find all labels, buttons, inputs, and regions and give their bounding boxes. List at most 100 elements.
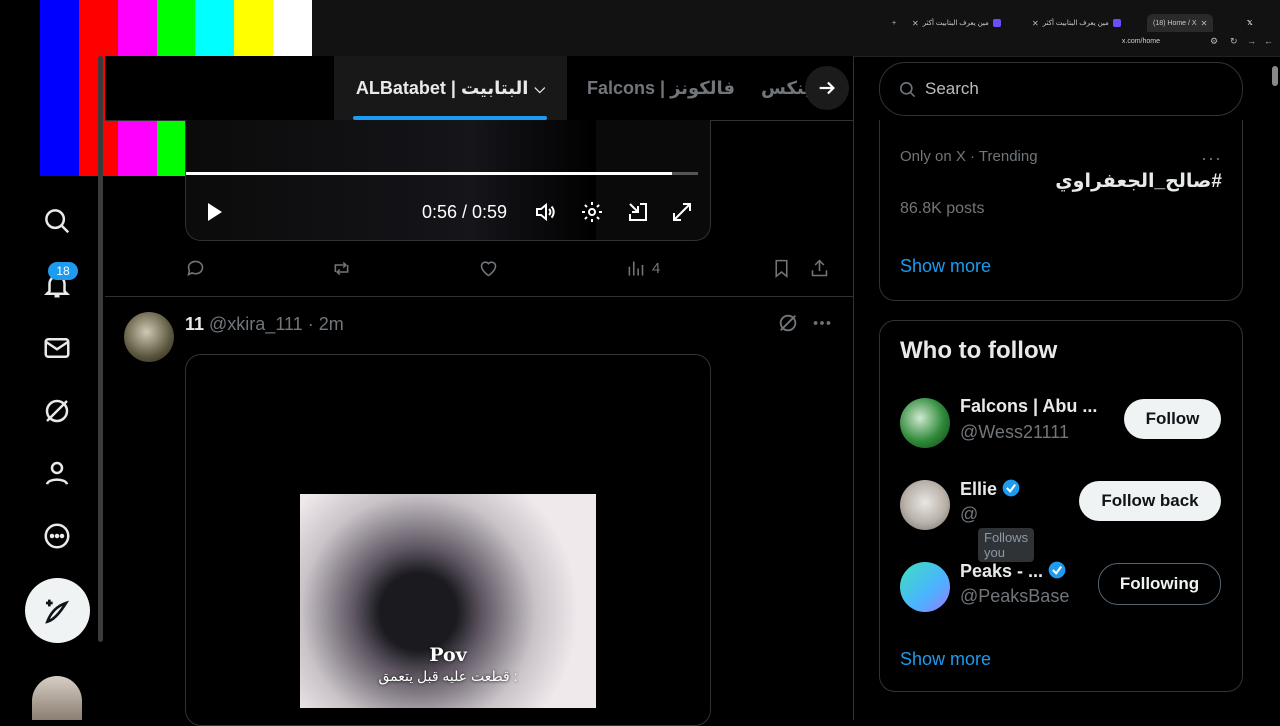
close-icon[interactable]: ✕ xyxy=(1201,19,1208,28)
page-scrollbar[interactable] xyxy=(1272,66,1278,86)
post-header: 11 @xkira_111 · 2m xyxy=(185,314,344,335)
views-button[interactable]: 4 xyxy=(625,258,660,279)
post-button[interactable] xyxy=(25,578,90,643)
user-handle: @ Follows you xyxy=(960,504,1035,562)
main-timeline: ALBatabet | البتابيت ⌵ Falcons | فالكونز… xyxy=(105,56,854,726)
new-tab-button[interactable]: + xyxy=(892,14,896,32)
post-author-handle[interactable]: @xkira_111 xyxy=(209,314,303,335)
grok-icon[interactable] xyxy=(40,394,74,428)
search-input[interactable] xyxy=(923,78,1227,100)
reply-icon xyxy=(187,260,204,277)
browser-tab-title: (18) Home / X xyxy=(1153,19,1197,27)
search-icon xyxy=(899,81,916,97)
show-more-link[interactable]: Show more xyxy=(900,256,991,277)
post-time[interactable]: 2m xyxy=(319,314,344,335)
avatar[interactable] xyxy=(900,562,950,612)
more-options-icon[interactable]: ··· xyxy=(1201,148,1222,169)
bookmark-button[interactable] xyxy=(771,258,792,279)
like-button[interactable] xyxy=(478,258,499,279)
repost-icon xyxy=(334,261,349,276)
avatar[interactable] xyxy=(32,676,82,720)
user-name-text: Peaks - ... xyxy=(960,561,1044,581)
bookmark-icon xyxy=(775,259,788,279)
user-handle: @Wess21111 xyxy=(960,422,1069,442)
feed-tabs: ALBatabet | البتابيت ⌵ Falcons | فالكونز… xyxy=(105,56,853,121)
reload-icon[interactable]: ↻ xyxy=(1230,36,1238,47)
play-icon[interactable] xyxy=(202,200,226,229)
volume-icon[interactable] xyxy=(534,200,558,224)
forward-icon[interactable]: → xyxy=(1247,36,1256,46)
grok-icon[interactable] xyxy=(777,312,799,339)
verified-badge-icon xyxy=(1002,479,1020,497)
video-progress-bar[interactable] xyxy=(186,172,698,175)
avatar[interactable] xyxy=(900,398,950,448)
fullscreen-icon[interactable] xyxy=(670,200,694,224)
follow-suggestion[interactable]: Ellie @ Follows you Follow back xyxy=(880,478,1242,562)
trend-context: Only on X · Trending xyxy=(900,148,1038,165)
arrow-right-icon xyxy=(819,81,835,95)
follow-suggestion[interactable]: Peaks - ... @PeaksBase Following xyxy=(880,560,1242,622)
tabs-scroll-right-button[interactable] xyxy=(805,66,849,110)
user-name[interactable]: Peaks - ... xyxy=(960,560,1067,582)
reply-button[interactable] xyxy=(185,258,206,279)
messages-icon[interactable] xyxy=(40,331,74,365)
tab-albatabet[interactable]: ALBatabet | البتابيت ⌵ xyxy=(334,56,567,120)
search-box[interactable] xyxy=(879,62,1243,116)
settings-icon[interactable] xyxy=(580,200,604,224)
repost-button[interactable] xyxy=(331,258,352,279)
compose-icon xyxy=(44,599,69,624)
search-icon[interactable] xyxy=(40,204,74,238)
avatar[interactable] xyxy=(124,312,174,362)
user-handle: @PeaksBase xyxy=(960,586,1070,606)
who-to-follow-card: Who to follow Falcons | Abu ... @Wess211… xyxy=(879,320,1243,692)
browser-tab-title: مين يعرف البتابيت أكثر xyxy=(922,20,989,27)
address-bar[interactable]: x.com/home xyxy=(1122,38,1160,45)
following-button[interactable]: Following xyxy=(1098,563,1221,605)
browser-tab-2[interactable]: ✕ مين يعرف البتابيت أكثر xyxy=(1032,14,1121,32)
tab-label: ALBatabet | البتابيت xyxy=(355,77,529,98)
post-video-thumbnail[interactable]: Pov قطعت عليه قبل يتعمق : xyxy=(300,494,596,708)
video-caption-subtitle: قطعت عليه قبل يتعمق : xyxy=(378,668,518,684)
separator: · xyxy=(307,314,314,334)
show-more-link[interactable]: Show more xyxy=(900,649,991,670)
video-player[interactable]: 0:56 / 0:59 xyxy=(185,120,711,241)
trend-topic[interactable]: #صالح_الجعفراوي xyxy=(1055,170,1222,193)
browser-tab-title: مين يعرف البتابيت أكثر xyxy=(1042,20,1109,27)
heart-icon xyxy=(480,261,497,277)
tab-falcons[interactable]: Falcons | فالكونز xyxy=(587,56,735,120)
user-name[interactable]: Falcons | Abu ... xyxy=(960,396,1097,417)
close-icon[interactable]: ✕ xyxy=(1032,19,1039,28)
follows-you-badge: Follows you xyxy=(978,528,1035,562)
post-author-name[interactable]: 11 xyxy=(185,314,204,335)
picture-in-picture-icon[interactable] xyxy=(626,200,650,224)
share-button[interactable] xyxy=(809,258,830,279)
profile-icon[interactable] xyxy=(40,456,74,490)
user-name[interactable]: Ellie xyxy=(960,478,1021,500)
x-logo-icon: 𝕏 xyxy=(1247,20,1253,27)
follow-suggestion[interactable]: Falcons | Abu ... @Wess21111 Follow xyxy=(880,396,1242,458)
chevron-down-icon[interactable]: ⌵ xyxy=(534,80,545,97)
tab-label: Falcons | فالكونز xyxy=(587,77,736,98)
browser-tab-3[interactable]: ✕ مين يعرف البتابيت أكثر xyxy=(912,14,1001,32)
views-count: 4 xyxy=(652,260,661,277)
trend-post-count: 86.8K posts xyxy=(900,200,985,217)
browser-tab-home[interactable]: (18) Home / X ✕ xyxy=(1147,14,1214,32)
video-time: 0:56 / 0:59 xyxy=(422,202,508,222)
color-bar xyxy=(39,0,79,176)
more-options-icon[interactable] xyxy=(811,312,833,339)
follow-back-button[interactable]: Follow back xyxy=(1079,481,1221,521)
more-icon[interactable] xyxy=(40,519,74,553)
views-icon xyxy=(628,261,644,276)
follow-button[interactable]: Follow xyxy=(1124,399,1221,439)
browser-chrome: (18) Home / X ✕ ✕ مين يعرف البتابيت أكثر… xyxy=(312,0,1280,57)
avatar[interactable] xyxy=(900,480,950,530)
post-media[interactable]: Pov قطعت عليه قبل يتعمق : xyxy=(185,354,711,726)
site-settings-icon[interactable]: ⚙ xyxy=(1210,36,1218,47)
trending-card: Only on X · Trending ··· #صالح_الجعفراوي… xyxy=(879,120,1243,301)
post-divider xyxy=(105,296,853,297)
back-icon[interactable]: ← xyxy=(1264,36,1273,46)
tab-next[interactable]: ينكس xyxy=(761,56,811,120)
user-name-text: Ellie xyxy=(960,479,998,499)
sidebar-scrollbar[interactable] xyxy=(98,56,103,642)
close-icon[interactable]: ✕ xyxy=(912,19,919,28)
